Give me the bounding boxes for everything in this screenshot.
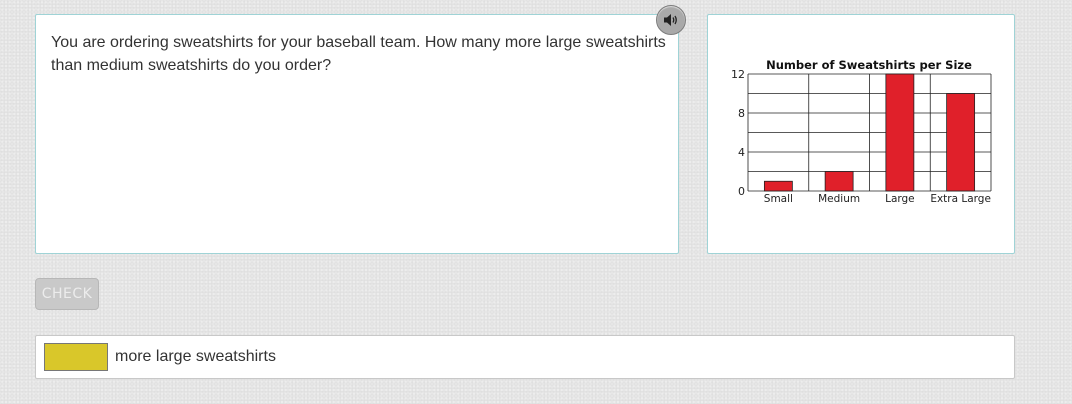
question-panel: You are ordering sweatshirts for your ba…: [35, 14, 679, 254]
answer-input[interactable]: [44, 343, 108, 371]
bar-small: [763, 180, 793, 192]
bar-large: [885, 73, 915, 192]
y-tick-label: 8: [738, 107, 745, 120]
bar-extra-large: [946, 93, 976, 192]
audio-button[interactable]: [656, 5, 686, 35]
chart-panel: Number of Sweatshirts per Size 0 4 8 12 Smal…: [707, 14, 1015, 254]
x-tick-label: Small: [764, 193, 793, 205]
x-tick-label: Extra Large: [930, 193, 991, 205]
x-tick-label: Medium: [818, 193, 860, 205]
y-tick-label: 0: [738, 185, 745, 198]
answer-panel: more large sweatshirts: [35, 335, 1015, 379]
y-tick-label: 4: [738, 146, 745, 159]
question-text: You are ordering sweatshirts for your ba…: [51, 34, 666, 74]
bar-medium: [824, 171, 854, 192]
bar-chart: Number of Sweatshirts per Size 0 4 8 12 Smal…: [731, 58, 992, 205]
chart-title: Number of Sweatshirts per Size: [766, 58, 972, 72]
x-tick-label: Large: [885, 193, 915, 205]
answer-suffix: more large sweatshirts: [115, 348, 276, 365]
speaker-icon: [664, 14, 677, 26]
y-tick-label: 12: [731, 68, 745, 81]
check-button[interactable]: CHECK: [35, 278, 99, 310]
